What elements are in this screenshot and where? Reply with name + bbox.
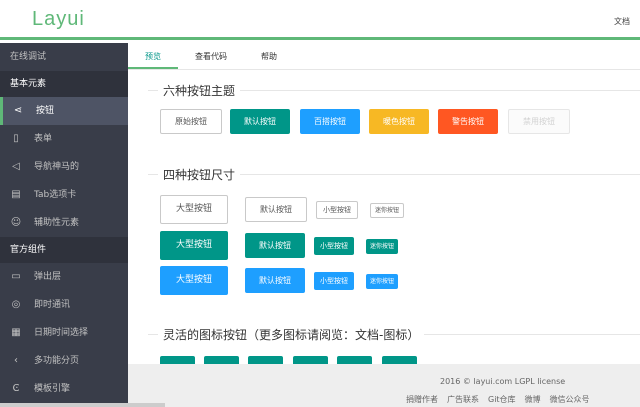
disabled-button: 禁用按钮 <box>508 109 570 134</box>
sidebar-item-label: 官方组件 <box>10 245 47 255</box>
sidebar-group: 官方组件 <box>0 237 128 263</box>
sidebar-item[interactable]: ◁ 导航神马的 <box>0 153 128 181</box>
sidebar-item-label: 日期时间选择 <box>34 328 89 338</box>
sidebar-item[interactable]: ▤ Tab选项卡 <box>0 181 128 209</box>
sidebar-item-label: 表单 <box>34 134 53 144</box>
primary-button[interactable]: 原始按钮 <box>160 109 222 134</box>
sidebar-group: 基本元素 <box>0 71 128 97</box>
footer-link[interactable]: 捐赠作者 <box>406 394 438 405</box>
sidebar-item-label: 基本元素 <box>10 79 47 89</box>
default-size-button[interactable]: 默认按钮 <box>245 197 307 222</box>
section-title: 灵活的图标按钮（更多图标请阅览：文档-图标） <box>158 326 425 343</box>
sidebar-item[interactable]: ▯ 表单 <box>0 125 128 153</box>
header: Layui 文档 <box>0 0 640 40</box>
tab-help[interactable]: 帮助 <box>244 43 294 69</box>
section-title: 六种按钮主题 <box>158 82 241 99</box>
warm-button[interactable]: 暖色按钮 <box>369 109 429 134</box>
large-button[interactable]: 大型按钮 <box>160 195 229 224</box>
mini-button[interactable]: 迷你按钮 <box>366 274 399 289</box>
small-button[interactable]: 小型按钮 <box>314 237 354 255</box>
sidebar-item-label: 在线调试 <box>10 52 47 62</box>
main-content: 预览 查看代码 帮助 六种按钮主题 原始按钮 默认按钮 百搭按钮 暖色按钮 警告… <box>128 43 640 381</box>
copyright: 2016 © layui.com LGPL license <box>440 377 566 386</box>
sidebar-item-label: Tab选项卡 <box>34 190 77 200</box>
sidebar-item-label: 导航神马的 <box>34 162 80 172</box>
sidebar-item-label: 弹出层 <box>34 272 62 282</box>
sidebar: 在线调试基本元素 ⋖ 按钮 ▯ 表单 ◁ 导航神马的 ▤ Tab选项卡 ☺ 辅助性元素官方组件 ▭ 弹出… <box>0 43 128 407</box>
clipboard-icon: ▯ <box>13 133 19 144</box>
template-icon: Ͼ <box>12 383 20 394</box>
sidebar-item[interactable]: ⋖ 按钮 <box>0 97 128 125</box>
sidebar-item-label: 模板引擎 <box>34 384 71 394</box>
large-button[interactable]: 大型按钮 <box>160 231 229 260</box>
horizontal-scrollbar[interactable] <box>0 403 165 407</box>
sidebar-item[interactable]: ☺ 辅助性元素 <box>0 209 128 237</box>
footer-link[interactable]: 广告联系 <box>447 394 479 405</box>
tab-preview[interactable]: 预览 <box>128 43 178 69</box>
default-button[interactable]: 默认按钮 <box>230 109 290 134</box>
window-icon: ▭ <box>11 271 21 282</box>
logo[interactable]: Layui <box>32 8 85 31</box>
section-sizes: 四种按钮尺寸 大型按钮 默认按钮 小型按钮 迷你按钮 大型按钮 默认按钮 小型按… <box>148 166 640 324</box>
default-size-button[interactable]: 默认按钮 <box>245 233 305 258</box>
sidebar-item[interactable]: ▭ 弹出层 <box>0 263 128 291</box>
footer-link[interactable]: Git仓库 <box>488 394 516 405</box>
sidebar-item-label: 辅助性元素 <box>34 218 80 228</box>
sidebar-item[interactable]: ‹ 多功能分页 <box>0 347 128 375</box>
small-button[interactable]: 小型按钮 <box>316 201 358 219</box>
smile-icon: ☺ <box>10 217 22 228</box>
sidebar-item[interactable]: Ͼ 模板引擎 <box>0 375 128 403</box>
normal-button[interactable]: 百搭按钮 <box>300 109 360 134</box>
default-size-button[interactable]: 默认按钮 <box>245 268 305 293</box>
sidebar-item[interactable]: 在线调试 <box>0 43 128 71</box>
tab-code[interactable]: 查看代码 <box>178 43 244 69</box>
sidebar-item[interactable]: ▦ 日期时间选择 <box>0 319 128 347</box>
sidebar-item-label: 即时通讯 <box>34 300 71 310</box>
share-icon: ⋖ <box>13 105 23 116</box>
footer-links: 捐赠作者 广告联系 Git仓库 微博 微信公众号 <box>406 394 590 405</box>
sidebar-item-label: 多功能分页 <box>34 356 80 366</box>
footer-link[interactable]: 微信公众号 <box>550 394 590 405</box>
small-button[interactable]: 小型按钮 <box>314 272 354 290</box>
chat-icon: ◎ <box>11 299 21 310</box>
tab-bar: 预览 查看代码 帮助 <box>128 43 640 70</box>
footer-link[interactable]: 微博 <box>525 394 541 405</box>
sidebar-item-label: 按钮 <box>36 106 55 116</box>
doc-link[interactable]: 文档 <box>614 16 630 27</box>
section-title: 四种按钮尺寸 <box>158 166 241 183</box>
section-themes: 六种按钮主题 原始按钮 默认按钮 百搭按钮 暖色按钮 警告按钮 禁用按钮 <box>148 82 640 150</box>
calendar-icon: ▦ <box>11 327 21 338</box>
paper-plane-icon: ◁ <box>12 161 20 172</box>
danger-button[interactable]: 警告按钮 <box>438 109 498 134</box>
pagination-icon: ‹ <box>14 355 18 366</box>
tab-icon: ▤ <box>11 189 21 200</box>
mini-button[interactable]: 迷你按钮 <box>366 239 399 254</box>
footer: 2016 © layui.com LGPL license 捐赠作者 广告联系 Gi… <box>128 364 640 407</box>
large-button[interactable]: 大型按钮 <box>160 266 229 295</box>
sidebar-item[interactable]: ◎ 即时通讯 <box>0 291 128 319</box>
mini-button[interactable]: 迷你按钮 <box>370 203 405 218</box>
